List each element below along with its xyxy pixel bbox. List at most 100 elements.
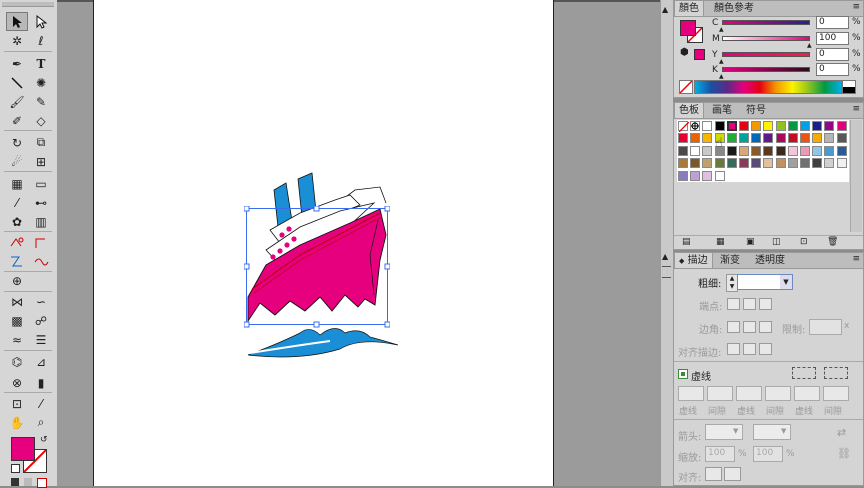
start-arrow-dropdown-icon[interactable]: ▼ — [733, 427, 738, 435]
swatch-chip[interactable] — [800, 145, 810, 156]
link-scale-icon[interactable]: ⛓ — [837, 447, 851, 460]
swatch-chip[interactable] — [787, 121, 798, 131]
tab-gradient[interactable]: 渐变 — [716, 253, 744, 268]
swatch-chip[interactable] — [726, 145, 737, 156]
blend-tool-icon[interactable]: ⊷ — [30, 193, 52, 212]
color-spectrum-bar[interactable] — [694, 80, 842, 94]
swatch-chip[interactable] — [739, 133, 749, 144]
align-center-icon[interactable] — [727, 343, 740, 355]
align-outside-icon[interactable] — [759, 343, 772, 355]
butt-cap-icon[interactable] — [727, 298, 740, 310]
swatch-chip[interactable] — [824, 145, 835, 156]
slider-c[interactable] — [722, 20, 810, 25]
swatch-chip[interactable] — [800, 133, 810, 144]
collapse-arrow-icon-2[interactable]: ▲ — [662, 252, 668, 261]
swatch-chip[interactable] — [739, 145, 749, 156]
swatch-chip[interactable] — [702, 133, 713, 144]
eraser-tool-icon[interactable]: ◇ — [30, 111, 52, 130]
panel-menu-icon[interactable]: ≡ — [852, 104, 860, 114]
slider-y-handle[interactable]: ▲ — [719, 58, 724, 65]
swap-arrows-icon[interactable]: ⇄ — [837, 426, 846, 439]
swatch-grid[interactable] — [677, 120, 849, 182]
slider-m[interactable] — [722, 36, 810, 41]
swatch-chip[interactable] — [812, 158, 823, 169]
swatch-chip[interactable] — [690, 133, 701, 144]
white-black-boxes[interactable] — [842, 80, 856, 94]
swatch-chip[interactable] — [775, 145, 786, 156]
tab-color[interactable]: 顏色 — [674, 1, 704, 16]
swatch-chip[interactable] — [836, 121, 847, 131]
pen-tool-icon[interactable]: ✒ — [6, 54, 28, 73]
width-tool-icon[interactable] — [6, 251, 28, 270]
swatch-chip[interactable] — [678, 133, 688, 144]
swatch-chip[interactable] — [787, 133, 798, 144]
swatch-chip[interactable] — [763, 158, 774, 169]
swatch-chip[interactable] — [739, 121, 749, 131]
eyedropper-tool-icon[interactable]: ⁄ — [6, 193, 28, 212]
swatch-chip[interactable] — [775, 133, 786, 144]
swatch-chip[interactable] — [702, 158, 713, 169]
swatch-chip[interactable] — [775, 158, 786, 169]
swatch-chip[interactable] — [787, 145, 798, 156]
paintbrush-tool-icon[interactable]: 🖌 — [6, 92, 28, 111]
limit-input[interactable] — [809, 319, 842, 335]
slider-k-handle[interactable]: ▲ — [719, 73, 724, 80]
zoom-tool-icon[interactable]: ⌕ — [30, 413, 52, 432]
selection-tool-icon[interactable] — [6, 12, 28, 31]
swatch-options-icon[interactable]: ▣ — [746, 237, 755, 247]
dash-input-2[interactable] — [736, 386, 762, 401]
swatch-chip[interactable] — [763, 121, 774, 131]
none-swatch[interactable] — [678, 121, 690, 133]
magic-wand-tool-icon[interactable]: ✲ — [6, 31, 28, 50]
swatch-chip[interactable] — [726, 133, 737, 144]
swatch-chip[interactable] — [836, 145, 847, 156]
swatch-chip[interactable] — [739, 158, 749, 169]
gap-input-3[interactable] — [823, 386, 849, 401]
gradient-mode-icon[interactable] — [24, 478, 32, 486]
swatch-chip[interactable] — [787, 158, 798, 169]
swatch-chip-selected[interactable] — [726, 121, 737, 131]
dashed-line-checkbox[interactable] — [678, 369, 688, 379]
color-fill-swatch[interactable] — [680, 20, 696, 36]
swatch-chip[interactable] — [714, 121, 725, 131]
input-y[interactable]: 0 — [816, 48, 849, 61]
panel-menu-icon[interactable]: ≡ — [852, 254, 860, 264]
swatch-chip[interactable] — [824, 121, 835, 131]
fill-swatch[interactable] — [11, 437, 35, 461]
input-c[interactable]: 0 — [816, 16, 849, 29]
swatch-chip[interactable] — [690, 170, 701, 181]
default-colors-icon[interactable] — [11, 464, 20, 473]
swatch-chip[interactable] — [836, 133, 847, 144]
collapse-arrow-icon[interactable]: ▲ — [662, 5, 668, 14]
swatch-chip[interactable] — [763, 145, 774, 156]
swatch-chip[interactable] — [751, 121, 762, 131]
bar-graph-tool-icon[interactable]: ▮ — [30, 373, 52, 392]
mesh-tool-icon[interactable]: ⋈ — [6, 292, 28, 311]
swatch-chip[interactable] — [714, 170, 725, 181]
perspective-grid-tool-icon[interactable]: ▦ — [6, 174, 28, 193]
tab-brushes[interactable]: 画笔 — [708, 103, 736, 118]
paint-bucket-tool-icon[interactable]: ⌬ — [6, 352, 28, 371]
knife-tool-icon[interactable]: ⁄ — [30, 394, 52, 413]
swatch-chip[interactable] — [824, 133, 835, 144]
projecting-cap-icon[interactable] — [759, 298, 772, 310]
slider-m-handle[interactable]: ▲ — [807, 42, 812, 49]
swatch-chip[interactable] — [812, 121, 823, 131]
registration-swatch[interactable] — [690, 121, 701, 131]
swap-fill-stroke-icon[interactable]: ↺ — [40, 435, 48, 445]
swatch-chip[interactable] — [690, 145, 701, 156]
swatch-chip[interactable] — [800, 121, 810, 131]
type-tool-icon[interactable]: T — [30, 54, 52, 73]
arrow-extend-icon[interactable] — [705, 467, 722, 481]
swatches-scrollbar[interactable] — [850, 120, 862, 232]
dash-preserve-icon[interactable] — [824, 367, 848, 379]
start-scale-input[interactable]: 100 — [705, 446, 735, 462]
delete-swatch-icon[interactable]: 🗑 — [827, 237, 838, 247]
weight-input[interactable]: ▼ — [737, 274, 793, 290]
gap-input-2[interactable] — [765, 386, 791, 401]
new-swatch-icon[interactable]: ⊡ — [800, 237, 808, 247]
swatch-chip[interactable] — [751, 158, 762, 169]
arrow-place-icon[interactable] — [724, 467, 741, 481]
tab-stroke[interactable]: ◆ 描边 — [674, 253, 713, 268]
stroke-collapse-icon[interactable]: ◆ — [679, 257, 684, 265]
